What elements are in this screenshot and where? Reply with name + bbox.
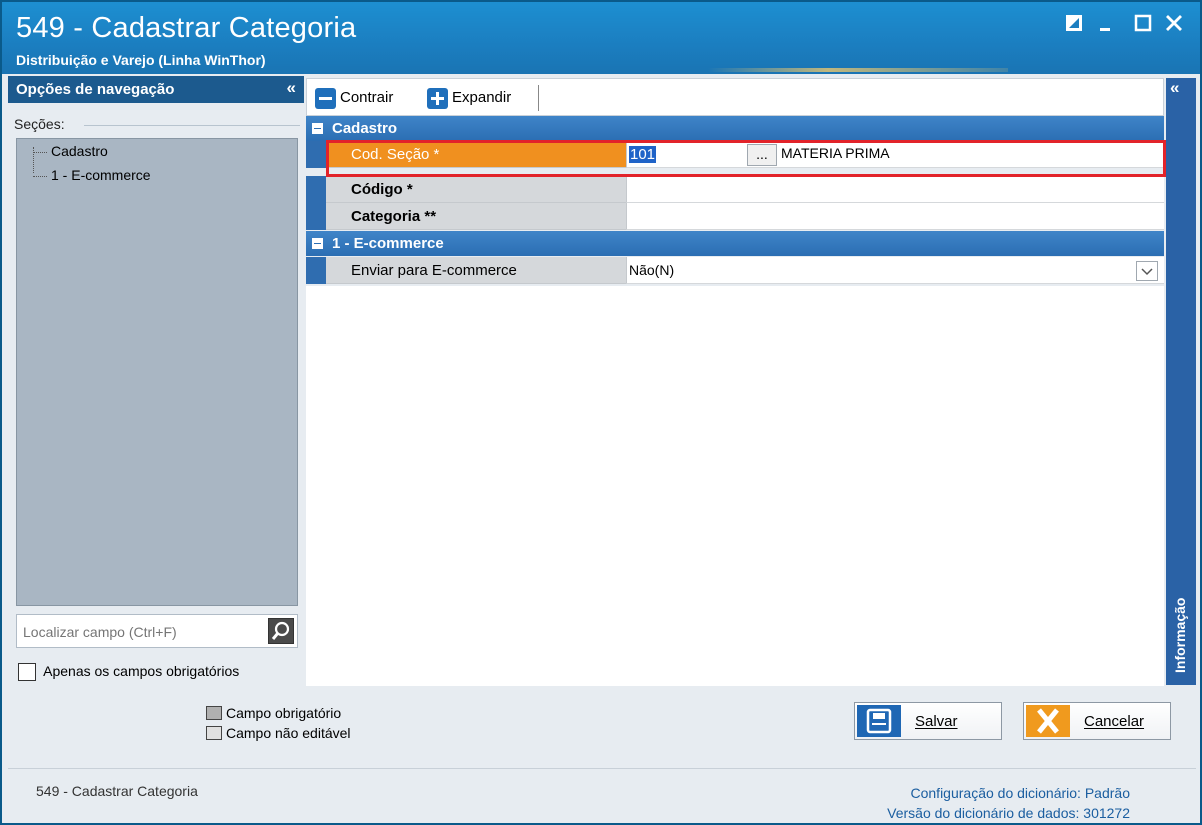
categoria-input[interactable] xyxy=(626,203,1164,230)
footer-routine-name: 549 - Cadastrar Categoria xyxy=(36,783,198,799)
legend-not-editable-label: Campo não editável xyxy=(226,725,351,741)
row-indent xyxy=(306,257,326,284)
codigo-input[interactable] xyxy=(626,176,1164,203)
close-icon[interactable] xyxy=(1165,14,1187,36)
maximize-icon[interactable] xyxy=(1134,14,1156,36)
footer-divider xyxy=(8,768,1196,769)
title-accent-line xyxy=(708,68,1008,72)
dictionary-version: Versão do dicionário de dados: 301272 xyxy=(887,803,1130,823)
field-row-codigo: Código * xyxy=(306,176,1164,203)
enviar-label: Enviar para E-commerce xyxy=(326,257,626,284)
legend-not-editable: Campo não editável xyxy=(206,723,351,743)
grid-empty-area xyxy=(306,286,1164,686)
enviar-select[interactable]: Não(N) xyxy=(626,257,1164,284)
required-only-label: Apenas os campos obrigatórios xyxy=(43,663,240,679)
toolbar-separator xyxy=(538,85,539,111)
required-only-checkbox[interactable] xyxy=(18,663,36,682)
field-row-enviar: Enviar para E-commerce Não(N) xyxy=(306,257,1164,284)
restore-icon[interactable] xyxy=(1065,14,1087,36)
footer-dictionary-info: Configuração do dicionário: Padrão Versã… xyxy=(887,783,1130,823)
navigation-header: Opções de navegação « xyxy=(8,76,304,103)
navigation-header-label: Opções de navegação xyxy=(16,81,175,98)
expandir-button[interactable]: Expandir xyxy=(427,87,511,109)
expand-info-icon[interactable]: « xyxy=(1170,78,1179,98)
cancel-label: Cancelar xyxy=(1084,713,1145,730)
collapse-ecommerce-icon[interactable] xyxy=(312,238,323,249)
category-ecommerce[interactable]: 1 - E-commerce xyxy=(306,231,1164,256)
minimize-icon[interactable] xyxy=(1098,14,1120,36)
legend-required: Campo obrigatório xyxy=(206,703,351,723)
enviar-value: Não(N) xyxy=(629,262,675,278)
title-bar: 549 - Cadastrar Categoria Distribuição e… xyxy=(2,2,1200,74)
category-ecommerce-label: 1 - E-commerce xyxy=(332,235,444,252)
row-indent xyxy=(306,203,326,230)
dictionary-version-value: 301272 xyxy=(1083,805,1130,821)
highlight-annotation xyxy=(326,140,1166,177)
sections-divider xyxy=(84,125,300,126)
search-icon[interactable] xyxy=(268,618,294,644)
codigo-label: Código * xyxy=(326,176,626,203)
grid-toolbar: Contrair Expandir xyxy=(306,78,1164,116)
dictionary-config-label: Configuração do dicionário: xyxy=(910,785,1081,801)
row-indent xyxy=(306,176,326,203)
legend-required-swatch xyxy=(206,706,222,720)
contrair-button[interactable]: Contrair xyxy=(315,87,393,109)
floppy-disk-icon xyxy=(857,705,901,737)
tree-item-cadastro[interactable]: Cadastro xyxy=(33,143,108,159)
collapse-cadastro-icon[interactable] xyxy=(312,123,323,134)
navigation-panel: Opções de navegação « Seções: Cadastro 1… xyxy=(8,76,304,766)
dictionary-config: Configuração do dicionário: Padrão xyxy=(887,783,1131,803)
sections-group: Seções: Cadastro 1 - E-commerce xyxy=(14,116,300,606)
field-row-categoria: Categoria ** xyxy=(306,203,1164,230)
dictionary-version-label: Versão do dicionário de dados: xyxy=(887,805,1080,821)
expand-all-icon xyxy=(427,87,448,109)
window-subtitle: Distribuição e Varejo (Linha WinThor) xyxy=(16,52,266,68)
cancel-button[interactable]: Cancelar xyxy=(1023,702,1171,740)
save-label: Salvar xyxy=(915,713,958,730)
save-button[interactable]: Salvar xyxy=(854,702,1002,740)
categoria-label: Categoria ** xyxy=(326,203,626,230)
window-title: 549 - Cadastrar Categoria xyxy=(16,12,357,44)
contrair-label: Contrair xyxy=(340,89,394,106)
app-window: 549 - Cadastrar Categoria Distribuição e… xyxy=(0,0,1202,825)
dictionary-config-value: Padrão xyxy=(1084,785,1130,801)
field-legend: Campo obrigatório Campo não editável xyxy=(206,703,351,743)
chevron-down-icon[interactable] xyxy=(1136,261,1158,281)
category-cadastro[interactable]: Cadastro xyxy=(306,116,1164,141)
sections-tree: Cadastro 1 - E-commerce xyxy=(16,138,298,606)
collapse-all-icon xyxy=(315,87,336,109)
info-panel[interactable]: « Informação xyxy=(1166,78,1196,685)
category-cadastro-label: Cadastro xyxy=(332,120,398,137)
expandir-label: Expandir xyxy=(452,89,512,106)
field-search xyxy=(16,614,298,648)
row-indent xyxy=(306,141,326,168)
legend-required-label: Campo obrigatório xyxy=(226,705,342,721)
collapse-nav-icon[interactable]: « xyxy=(287,78,296,98)
cancel-x-icon xyxy=(1026,705,1070,737)
tree-item-ecommerce[interactable]: 1 - E-commerce xyxy=(33,167,151,183)
info-panel-label: Informação xyxy=(1172,597,1188,673)
required-only-option[interactable]: Apenas os campos obrigatórios xyxy=(18,663,240,682)
legend-not-editable-swatch xyxy=(206,726,222,740)
search-input[interactable] xyxy=(23,622,259,642)
sections-label: Seções: xyxy=(14,116,69,132)
